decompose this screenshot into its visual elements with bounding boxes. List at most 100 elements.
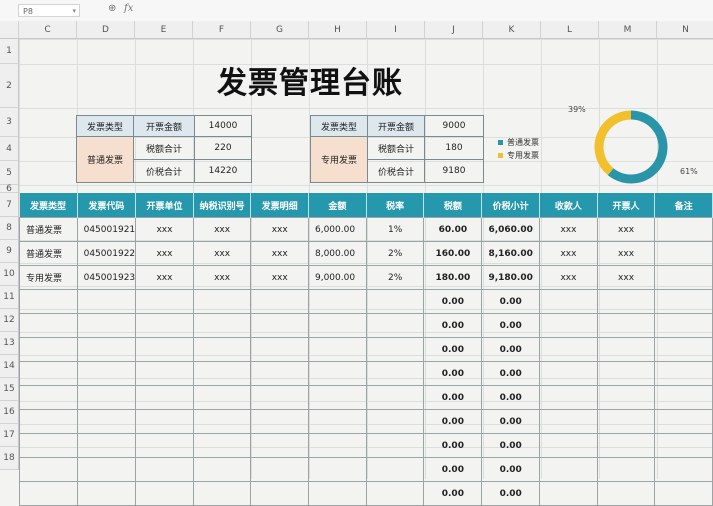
table-cell[interactable]: 8,160.00	[481, 241, 541, 266]
table-cell[interactable]: 045001921	[76, 217, 137, 242]
table-cell[interactable]: xxx	[596, 217, 656, 242]
table-cell[interactable]	[596, 313, 656, 338]
table-cell[interactable]	[250, 481, 309, 506]
table-cell[interactable]	[654, 265, 713, 290]
table-cell[interactable]: 6,000.00	[307, 217, 367, 242]
table-cell[interactable]: xxx	[539, 217, 598, 242]
table-cell[interactable]	[539, 289, 598, 314]
table-cell[interactable]	[135, 481, 194, 506]
table-cell[interactable]	[596, 481, 656, 506]
table-cell[interactable]: xxx	[135, 217, 194, 242]
table-cell[interactable]: xxx	[135, 265, 194, 290]
table-cell[interactable]	[192, 289, 252, 314]
table-cell[interactable]	[539, 457, 598, 482]
table-header-cell[interactable]: 发票代码	[77, 193, 137, 218]
table-cell[interactable]	[135, 433, 194, 458]
table-cell[interactable]	[76, 457, 137, 482]
table-cell[interactable]	[596, 289, 656, 314]
table-cell[interactable]	[19, 289, 78, 314]
table-cell[interactable]	[250, 337, 309, 362]
row-header[interactable]: 9	[0, 240, 19, 263]
table-header-cell[interactable]: 开票人	[597, 193, 656, 218]
table-cell[interactable]	[19, 313, 78, 338]
column-header[interactable]: J	[425, 21, 483, 39]
table-cell[interactable]	[250, 289, 309, 314]
row-header[interactable]: 7	[0, 193, 19, 217]
table-cell[interactable]	[654, 361, 713, 386]
table-cell[interactable]	[19, 385, 78, 410]
table-cell[interactable]	[135, 385, 194, 410]
select-all-corner[interactable]	[0, 21, 19, 39]
table-cell[interactable]	[135, 409, 194, 434]
table-cell[interactable]: 0.00	[481, 337, 541, 362]
table-cell[interactable]	[539, 481, 598, 506]
table-cell[interactable]: 0.00	[481, 385, 541, 410]
name-box[interactable]: P8 ▾	[18, 4, 80, 17]
table-cell[interactable]	[596, 457, 656, 482]
row-header[interactable]: 6	[0, 184, 19, 194]
table-cell[interactable]	[307, 313, 367, 338]
zoom-icon[interactable]: ⊕	[108, 3, 116, 14]
table-cell[interactable]	[19, 481, 78, 506]
table-cell[interactable]: xxx	[539, 265, 598, 290]
table-cell[interactable]: 0.00	[481, 313, 541, 338]
table-cell[interactable]: 6,060.00	[481, 217, 541, 242]
table-cell[interactable]	[365, 433, 425, 458]
table-cell[interactable]	[76, 433, 137, 458]
table-cell[interactable]	[654, 241, 713, 266]
row-header[interactable]: 15	[0, 378, 19, 401]
table-cell[interactable]	[307, 409, 367, 434]
table-cell[interactable]	[365, 481, 425, 506]
table-cell[interactable]	[19, 409, 78, 434]
table-cell[interactable]	[539, 337, 598, 362]
table-cell[interactable]: 8,000.00	[307, 241, 367, 266]
table-cell[interactable]	[654, 385, 713, 410]
table-cell[interactable]	[19, 337, 78, 362]
table-cell[interactable]	[654, 433, 713, 458]
table-cell[interactable]	[539, 385, 598, 410]
table-cell[interactable]	[596, 385, 656, 410]
table-cell[interactable]	[539, 433, 598, 458]
table-cell[interactable]: xxx	[250, 265, 309, 290]
table-cell[interactable]	[307, 433, 367, 458]
summary-amount-value[interactable]: 14000	[194, 115, 252, 137]
table-cell[interactable]	[250, 313, 309, 338]
table-cell[interactable]: 0.00	[481, 457, 541, 482]
row-header[interactable]: 14	[0, 355, 19, 378]
table-cell[interactable]: 0.00	[423, 337, 483, 362]
row-header[interactable]: 10	[0, 263, 19, 286]
column-header[interactable]: D	[77, 21, 135, 39]
table-cell[interactable]	[19, 433, 78, 458]
row-header[interactable]: 1	[0, 39, 19, 64]
table-cell[interactable]: 9,180.00	[481, 265, 541, 290]
table-cell[interactable]: 0.00	[481, 289, 541, 314]
table-cell[interactable]: 0.00	[423, 481, 483, 506]
summary-type-value[interactable]: 普通发票	[76, 136, 134, 183]
table-cell[interactable]	[596, 409, 656, 434]
table-cell[interactable]	[365, 313, 425, 338]
table-cell[interactable]	[307, 457, 367, 482]
table-cell[interactable]	[76, 481, 137, 506]
column-header[interactable]: M	[599, 21, 657, 39]
pie-slice-general[interactable]	[607, 110, 668, 184]
table-cell[interactable]	[365, 289, 425, 314]
table-cell[interactable]	[250, 385, 309, 410]
summary-tax-value[interactable]: 180	[424, 136, 484, 160]
table-cell[interactable]: 0.00	[423, 457, 483, 482]
table-cell[interactable]	[654, 313, 713, 338]
chevron-down-icon[interactable]: ▾	[72, 5, 76, 18]
table-header-cell[interactable]: 纳税识别号	[193, 193, 252, 218]
table-cell[interactable]	[192, 433, 252, 458]
table-header-cell[interactable]: 税率	[366, 193, 425, 218]
table-cell[interactable]: 专用发票	[19, 265, 78, 290]
table-cell[interactable]	[76, 361, 137, 386]
table-cell[interactable]	[192, 313, 252, 338]
table-cell[interactable]: 0.00	[481, 361, 541, 386]
table-cell[interactable]: 0.00	[423, 361, 483, 386]
table-header-cell[interactable]: 开票单位	[135, 193, 194, 218]
table-header-cell[interactable]: 金额	[308, 193, 367, 218]
row-header[interactable]: 2	[0, 64, 19, 108]
table-cell[interactable]	[135, 361, 194, 386]
table-cell[interactable]	[19, 457, 78, 482]
pie-slice-special[interactable]	[594, 110, 632, 176]
